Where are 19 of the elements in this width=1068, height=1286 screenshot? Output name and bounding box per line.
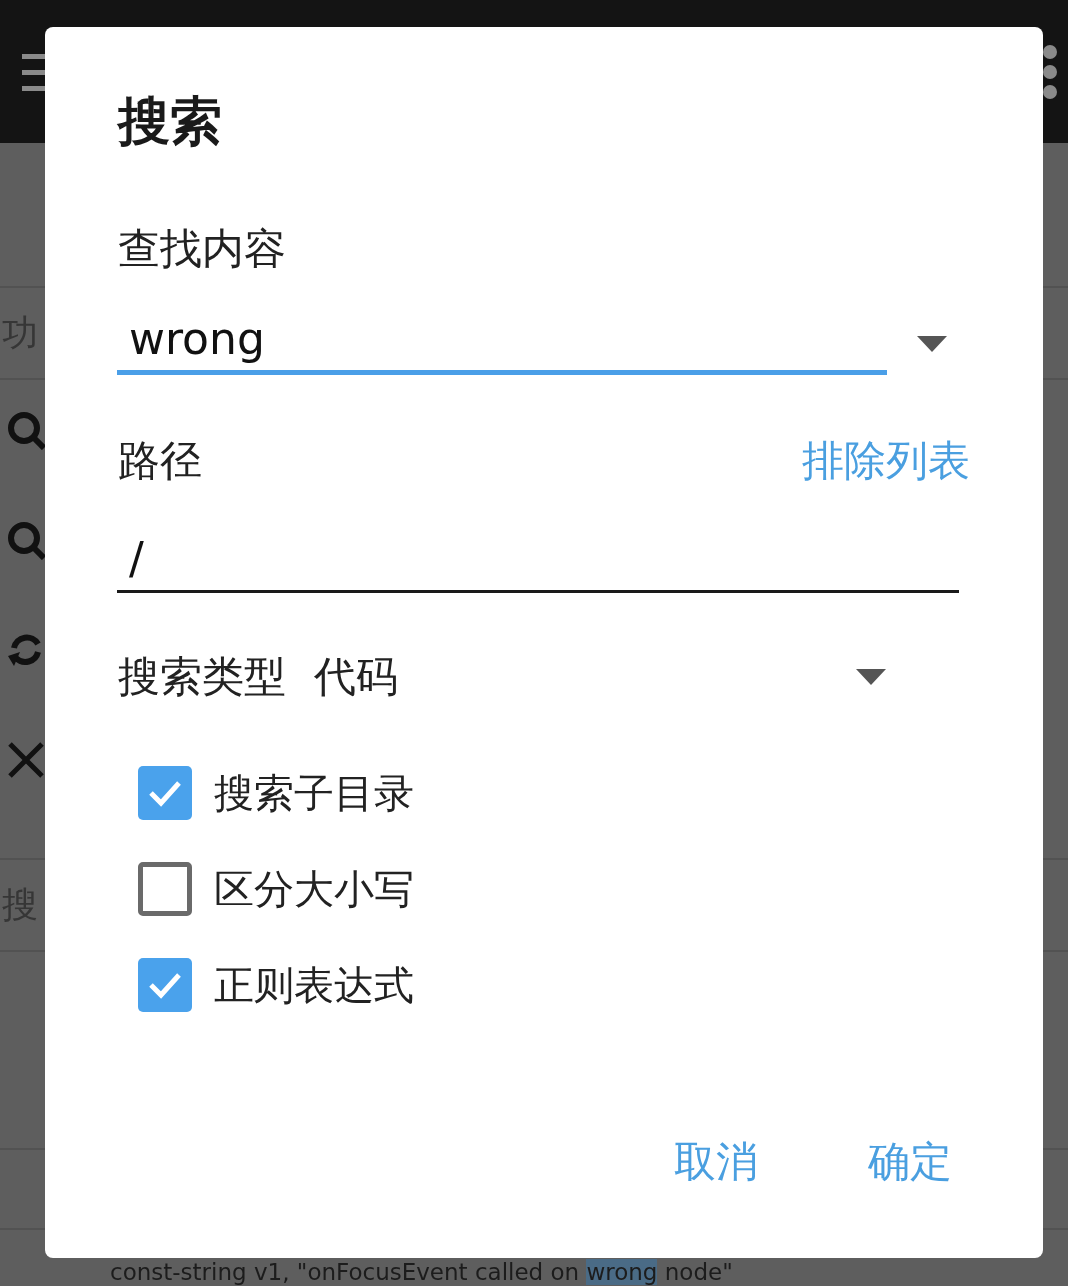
close-icon[interactable] bbox=[6, 740, 46, 780]
more-icon[interactable] bbox=[1042, 43, 1058, 100]
search-icon[interactable] bbox=[6, 520, 46, 560]
search-icon[interactable] bbox=[6, 410, 46, 450]
option-label: 区分大小写 bbox=[214, 864, 414, 914]
field-label: 查找内容 bbox=[118, 223, 287, 275]
field-label: 搜索类型 bbox=[118, 651, 286, 703]
checkbox[interactable] bbox=[138, 862, 192, 916]
dropdown-icon[interactable] bbox=[856, 669, 886, 685]
checkbox[interactable] bbox=[138, 766, 192, 820]
dropdown-icon[interactable] bbox=[917, 336, 947, 352]
option-label: 搜索子目录 bbox=[214, 768, 414, 818]
checkbox[interactable] bbox=[138, 958, 192, 1012]
search-type-value[interactable]: 代码 bbox=[314, 649, 398, 705]
option-label: 正则表达式 bbox=[214, 960, 414, 1010]
dialog-title: 搜索 bbox=[118, 90, 223, 153]
find-field[interactable]: wrong bbox=[117, 313, 887, 375]
field-label: 路径 bbox=[118, 435, 202, 487]
path-field[interactable]: / bbox=[117, 533, 959, 593]
